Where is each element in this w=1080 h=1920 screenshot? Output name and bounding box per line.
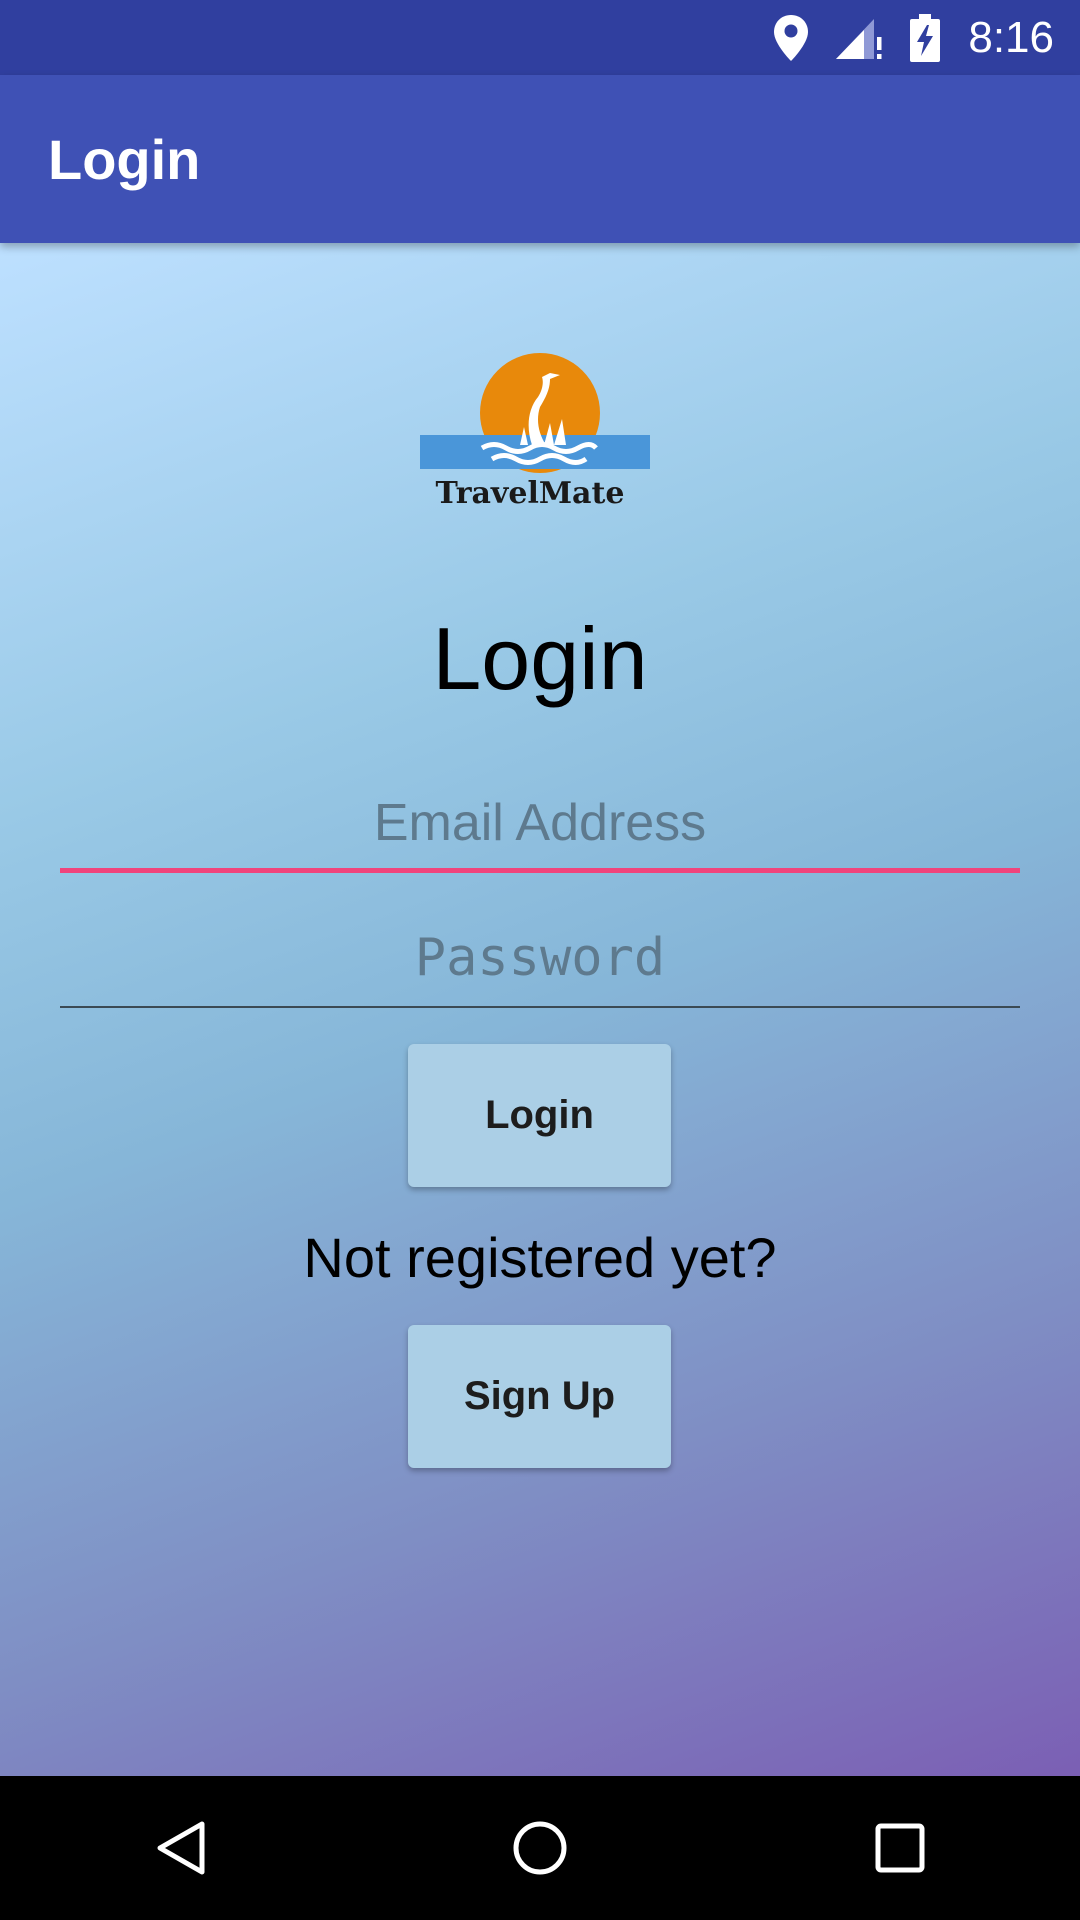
login-heading: Login xyxy=(432,609,648,708)
register-prompt: Not registered yet? xyxy=(303,1226,777,1289)
signal-icon xyxy=(836,15,882,61)
password-placeholder: Password xyxy=(414,928,666,988)
navigation-bar xyxy=(0,1776,1080,1920)
status-time: 8:16 xyxy=(968,12,1054,62)
email-field[interactable]: Email Address xyxy=(60,773,1020,873)
login-button[interactable]: Login xyxy=(408,1044,671,1187)
home-icon[interactable] xyxy=(490,1798,590,1898)
email-placeholder: Email Address xyxy=(373,794,707,852)
app-bar-title: Login xyxy=(48,127,201,191)
password-field[interactable]: Password xyxy=(60,908,1020,1008)
sign-up-button[interactable]: Sign Up xyxy=(408,1325,671,1468)
login-screen: TravelMate Login Email Address Password … xyxy=(0,243,1080,1776)
back-icon[interactable] xyxy=(130,1798,230,1898)
status-bar: 8:16 xyxy=(0,0,1080,75)
logo-text: TravelMate xyxy=(436,476,625,511)
app-bar: Login xyxy=(0,75,1080,243)
location-icon xyxy=(774,14,809,61)
recents-icon[interactable] xyxy=(850,1798,950,1898)
travelmate-logo: TravelMate xyxy=(420,353,660,513)
battery-charging-icon xyxy=(910,13,941,62)
